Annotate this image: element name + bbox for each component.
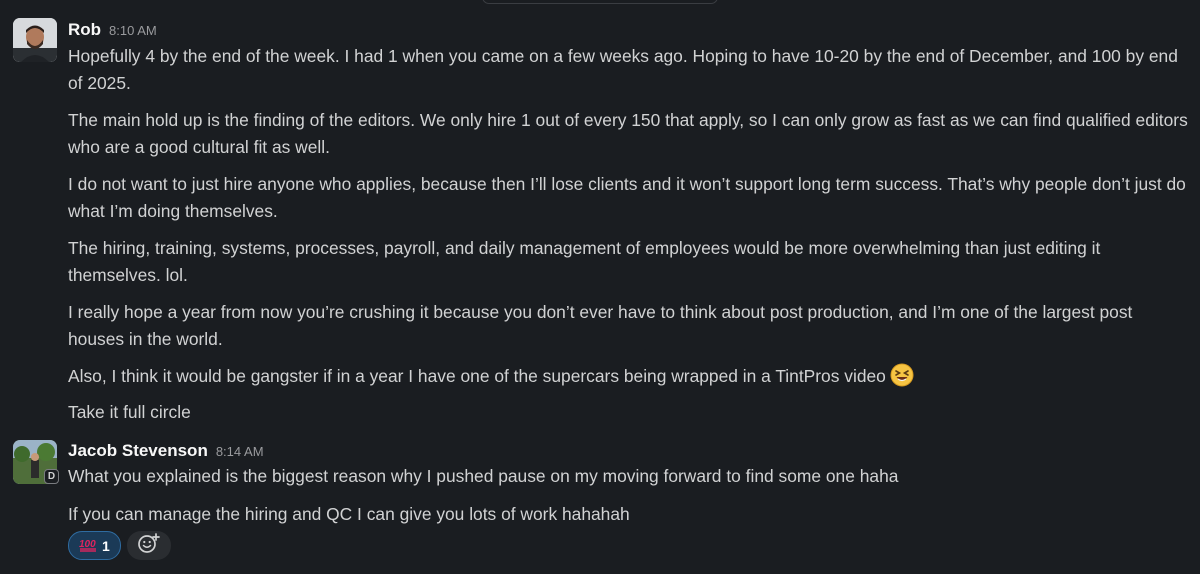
message-text: I really hope a year from now you’re cru… [68,302,1133,349]
reaction-100[interactable]: 100 1 [68,531,121,560]
message-text: What you explained is the biggest reason… [68,466,899,486]
message-text: The main hold up is the finding of the e… [68,110,1188,157]
message-text: Also, I think it would be gangster if in… [68,366,886,386]
message-text: I do not want to just hire anyone who ap… [68,174,1186,221]
add-reaction-button[interactable] [126,531,171,560]
reaction-count: 1 [102,537,110,554]
status-badge: D [44,469,59,484]
laughing-squint-face-icon [890,363,914,387]
100-icon: 100 [79,536,97,555]
message-text: Take it full circle [68,402,191,422]
timestamp[interactable]: 8:10 AM [109,23,157,38]
message-text: Hopefully 4 by the end of the week. I ha… [68,46,1178,93]
timestamp[interactable]: 8:14 AM [216,444,264,459]
message-header: Jacob Stevenson 8:14 AM [68,441,264,463]
author-name[interactable]: Rob [68,20,101,40]
avatar-rob[interactable] [13,18,57,62]
person-photo-icon [13,18,57,62]
reactions-bar: 100 1 [68,531,171,560]
add-reaction-icon [137,532,161,559]
author-name[interactable]: Jacob Stevenson [68,441,208,461]
message-header: Rob 8:10 AM [68,20,157,42]
new-messages-divider-pill [482,0,718,4]
message-text: If you can manage the hiring and QC I ca… [68,504,630,524]
message-text-with-emoji: Also, I think it would be gangster if in… [68,363,1193,390]
message-text: The hiring, training, systems, processes… [68,238,1101,285]
